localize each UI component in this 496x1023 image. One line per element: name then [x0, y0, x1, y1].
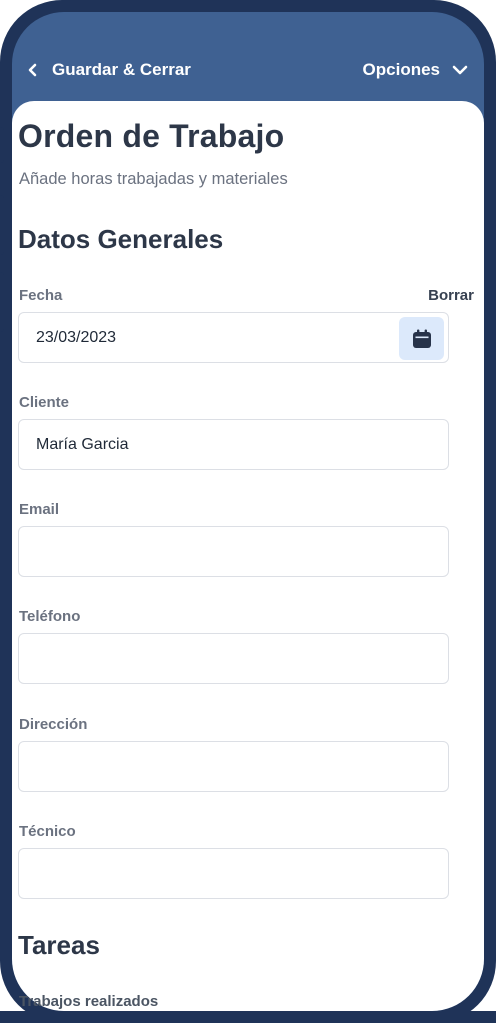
- options-label: Opciones: [362, 60, 440, 79]
- phone-field[interactable]: [18, 633, 449, 684]
- calendar-icon: [412, 329, 431, 348]
- volume-up-button: [0, 195, 4, 255]
- volume-down-button: [0, 272, 4, 332]
- email-label: Email: [19, 501, 60, 518]
- mute-switch: [0, 127, 4, 163]
- client-label: Cliente: [19, 394, 70, 411]
- save-and-close-label: Guardar & Cerrar: [52, 60, 191, 79]
- section-heading-general: Datos Generales: [18, 224, 224, 254]
- work-done-label: Trabajos realizados: [19, 993, 159, 1010]
- section-heading-tasks: Tareas: [18, 930, 100, 960]
- date-picker-button[interactable]: [399, 317, 444, 360]
- email-field[interactable]: [18, 526, 449, 577]
- technician-label: Técnico: [19, 823, 76, 840]
- phone-frame-bottom: [0, 1011, 496, 1023]
- date-label: Fecha: [19, 287, 63, 304]
- power-button: [492, 225, 496, 335]
- page-subtitle: Añade horas trabajadas y materiales: [19, 170, 288, 188]
- date-value: 23/03/2023: [36, 328, 117, 346]
- address-label: Dirección: [19, 716, 88, 733]
- phone-label: Teléfono: [19, 608, 81, 625]
- technician-field[interactable]: [18, 848, 449, 899]
- client-field[interactable]: María Garcia: [18, 419, 449, 470]
- save-and-close-button[interactable]: Guardar & Cerrar: [26, 58, 191, 82]
- page-title: Orden de Trabajo: [18, 118, 285, 154]
- date-field[interactable]: 23/03/2023: [18, 312, 449, 363]
- chevron-down-icon: [452, 65, 468, 75]
- options-button[interactable]: Opciones: [363, 58, 468, 82]
- client-value: María Garcia: [36, 435, 129, 453]
- clear-date-button[interactable]: Borrar: [428, 287, 474, 304]
- address-field[interactable]: [18, 741, 449, 792]
- chevron-left-icon: [28, 63, 37, 77]
